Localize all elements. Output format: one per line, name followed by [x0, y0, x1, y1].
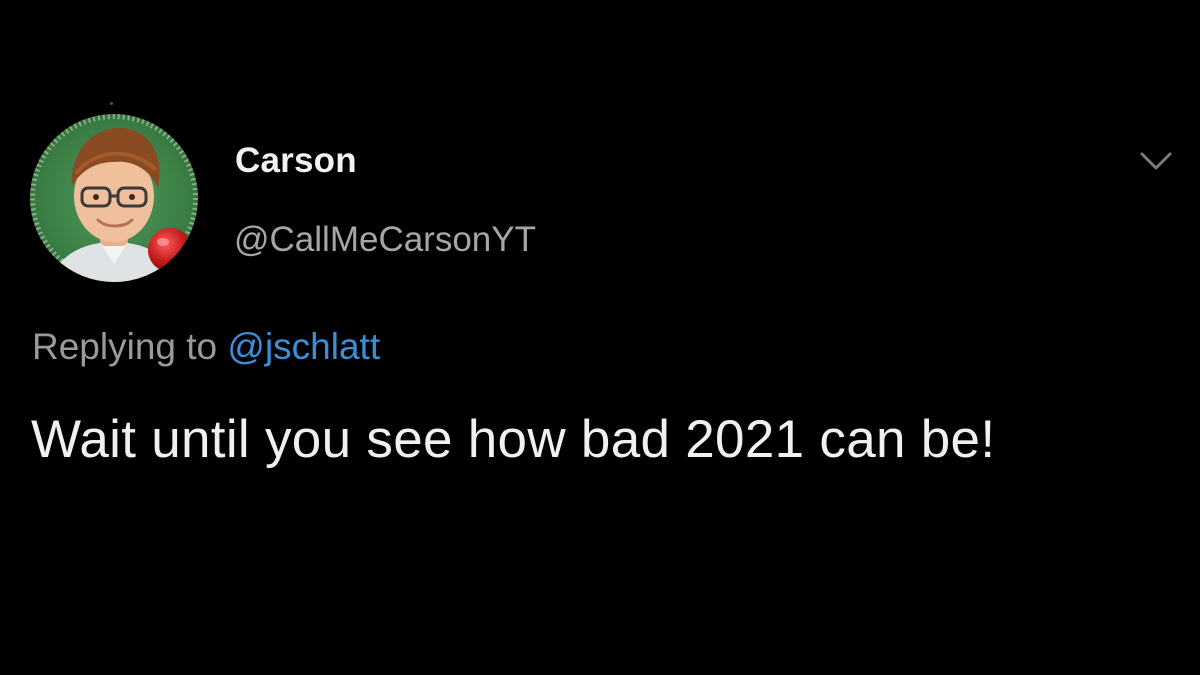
replying-to-label: Replying to — [32, 326, 218, 367]
author-handle[interactable]: @CallMeCarsonYT — [234, 220, 536, 260]
author-display-name[interactable]: Carson — [235, 141, 357, 181]
tweet-card: Carson @CallMeCarsonYT Replying to @jsch… — [0, 0, 1200, 675]
chevron-down-icon — [1140, 152, 1172, 170]
reply-mention-link[interactable]: @jschlatt — [227, 326, 380, 367]
profile-photo-icon — [30, 114, 198, 282]
decorative-dot — [110, 102, 113, 105]
more-options-button[interactable] — [1136, 146, 1176, 176]
tweet-text: Wait until you see how bad 2021 can be! — [31, 410, 996, 469]
replying-to-line: Replying to @jschlatt — [32, 326, 380, 368]
avatar[interactable] — [30, 114, 198, 282]
